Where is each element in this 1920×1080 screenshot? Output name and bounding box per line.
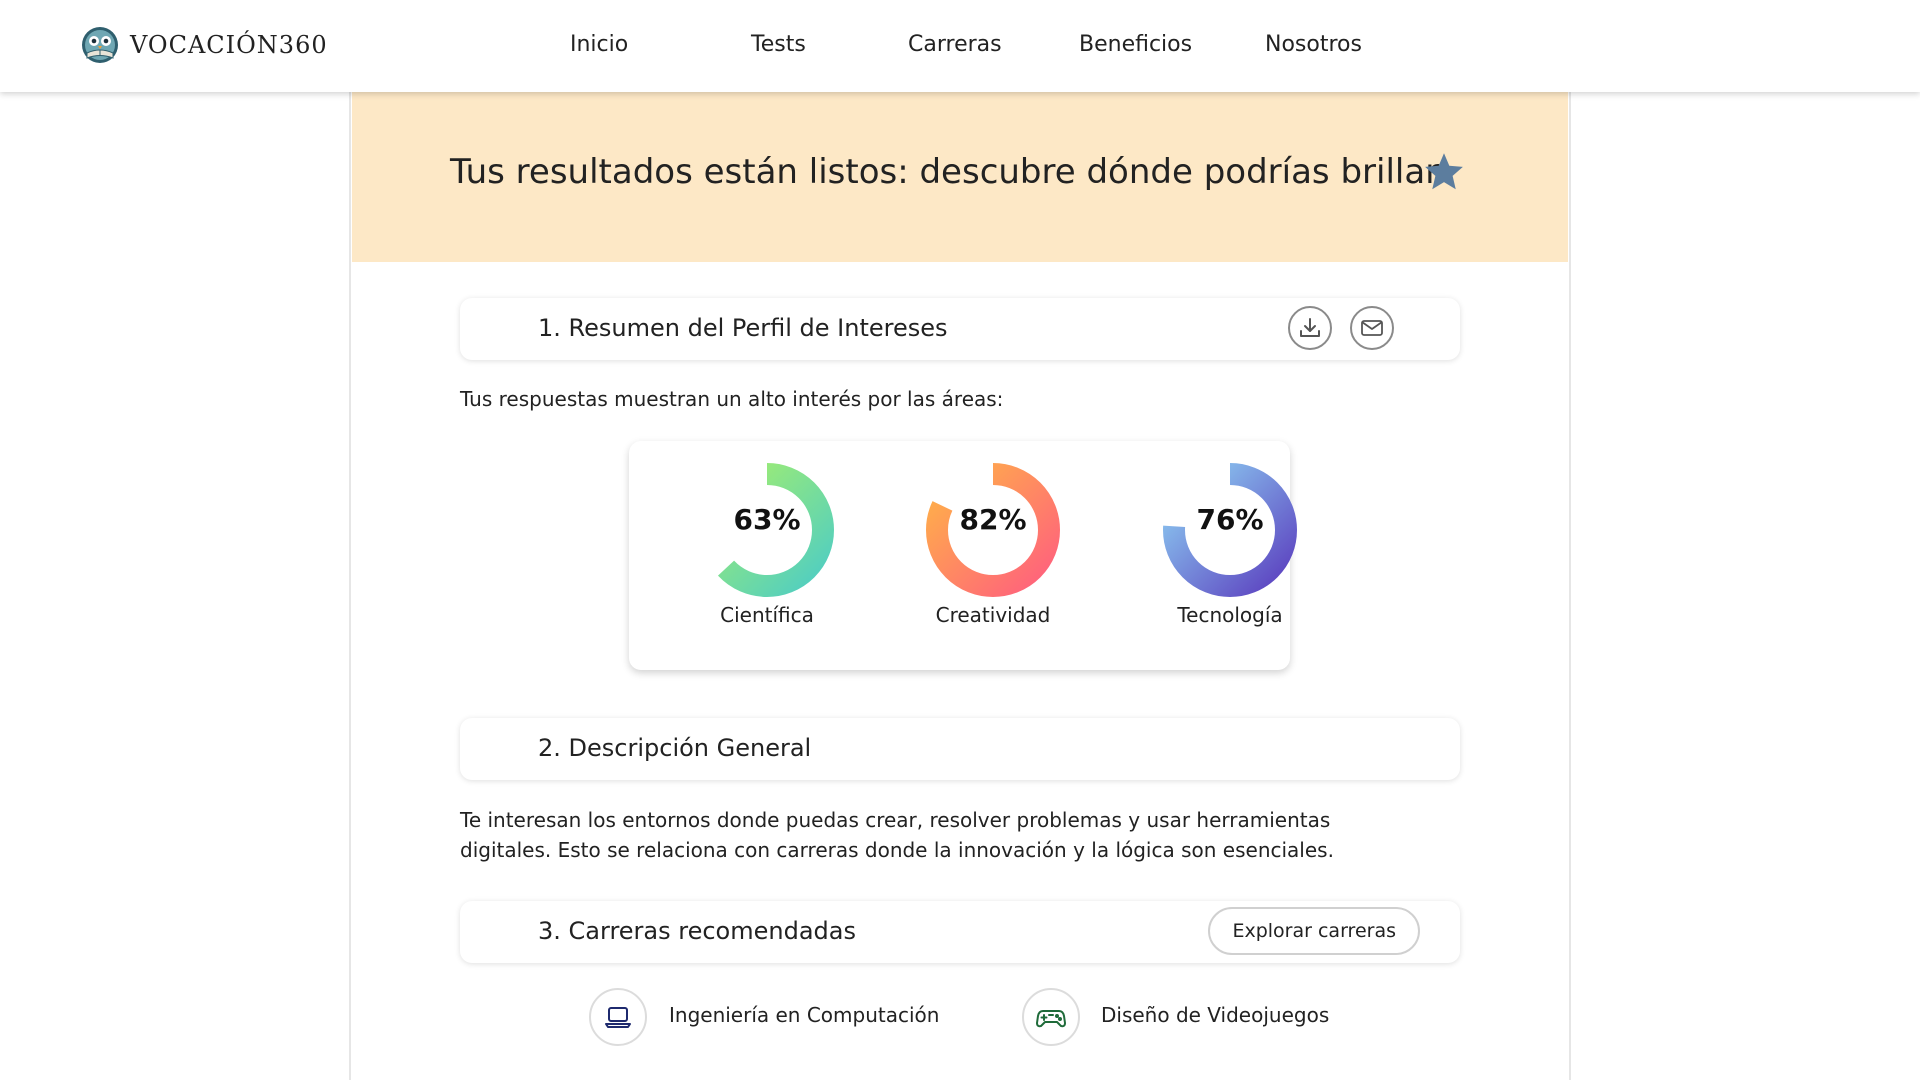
section-interest-profile-header: 1. Resumen del Perfil de Intereses	[460, 298, 1460, 360]
interest-areas-panel: 63% Científica 82% Creatividad 76% Tecno…	[629, 441, 1297, 670]
percent-cientifica: 63%	[733, 503, 801, 536]
section-1-title: 1. Resumen del Perfil de Intereses	[538, 314, 948, 342]
description-line-2: digitales. Esto se relaciona con carrera…	[460, 838, 1334, 862]
nav-tests[interactable]: Tests	[751, 32, 806, 57]
percent-tecnologia: 76%	[1196, 503, 1264, 536]
area-tecnologia: 76% Tecnología	[1130, 441, 1330, 670]
explore-careers-button[interactable]: Explorar carreras	[1208, 907, 1420, 955]
top-navigation-bar: VOCACIÓN360 Inicio Tests Carreras Benefi…	[0, 0, 1920, 92]
download-icon	[1300, 318, 1320, 337]
owl-book-icon	[82, 27, 118, 63]
mail-icon	[1361, 320, 1383, 336]
results-title: Tus resultados están listos: descubre dó…	[450, 152, 1440, 192]
gamepad-icon	[1036, 1010, 1066, 1028]
laptop-icon	[605, 1007, 631, 1028]
percent-creatividad: 82%	[959, 503, 1027, 536]
label-creatividad: Creatividad	[935, 603, 1051, 627]
career-ingenieria-computacion[interactable]: Ingeniería en Computación	[669, 1003, 939, 1027]
nav-beneficios[interactable]: Beneficios	[1079, 32, 1192, 57]
career-videojuegos-icon-button[interactable]	[1022, 988, 1080, 1046]
label-cientifica: Científica	[720, 603, 814, 627]
description-line-1: Te interesan los entornos donde puedas c…	[460, 808, 1331, 832]
download-button[interactable]	[1288, 306, 1332, 350]
area-creatividad: 82% Creatividad	[893, 441, 1093, 670]
nav-carreras[interactable]: Carreras	[908, 32, 1002, 57]
email-button[interactable]	[1350, 306, 1394, 350]
section-recommended-careers-header: 3. Carreras recomendadas Explorar carrer…	[460, 901, 1460, 963]
career-computacion-icon-button[interactable]	[589, 988, 647, 1046]
brand-name: VOCACIÓN360	[130, 31, 328, 59]
label-tecnologia: Tecnología	[1177, 603, 1283, 627]
content-right-border	[1569, 92, 1571, 1080]
content-left-border	[349, 92, 351, 1080]
brand-logo[interactable]: VOCACIÓN360	[80, 22, 328, 68]
nav-inicio[interactable]: Inicio	[570, 32, 628, 57]
area-cientifica: 63% Científica	[667, 441, 867, 670]
section-2-title: 2. Descripción General	[538, 734, 812, 762]
nav-nosotros[interactable]: Nosotros	[1265, 32, 1362, 57]
star-icon	[1425, 153, 1463, 190]
section-general-description-header: 2. Descripción General	[460, 718, 1460, 780]
section-3-title: 3. Carreras recomendadas	[538, 917, 856, 945]
career-diseno-videojuegos[interactable]: Diseño de Videojuegos	[1101, 1003, 1329, 1027]
section-1-intro: Tus respuestas muestran un alto interés …	[460, 387, 1004, 411]
